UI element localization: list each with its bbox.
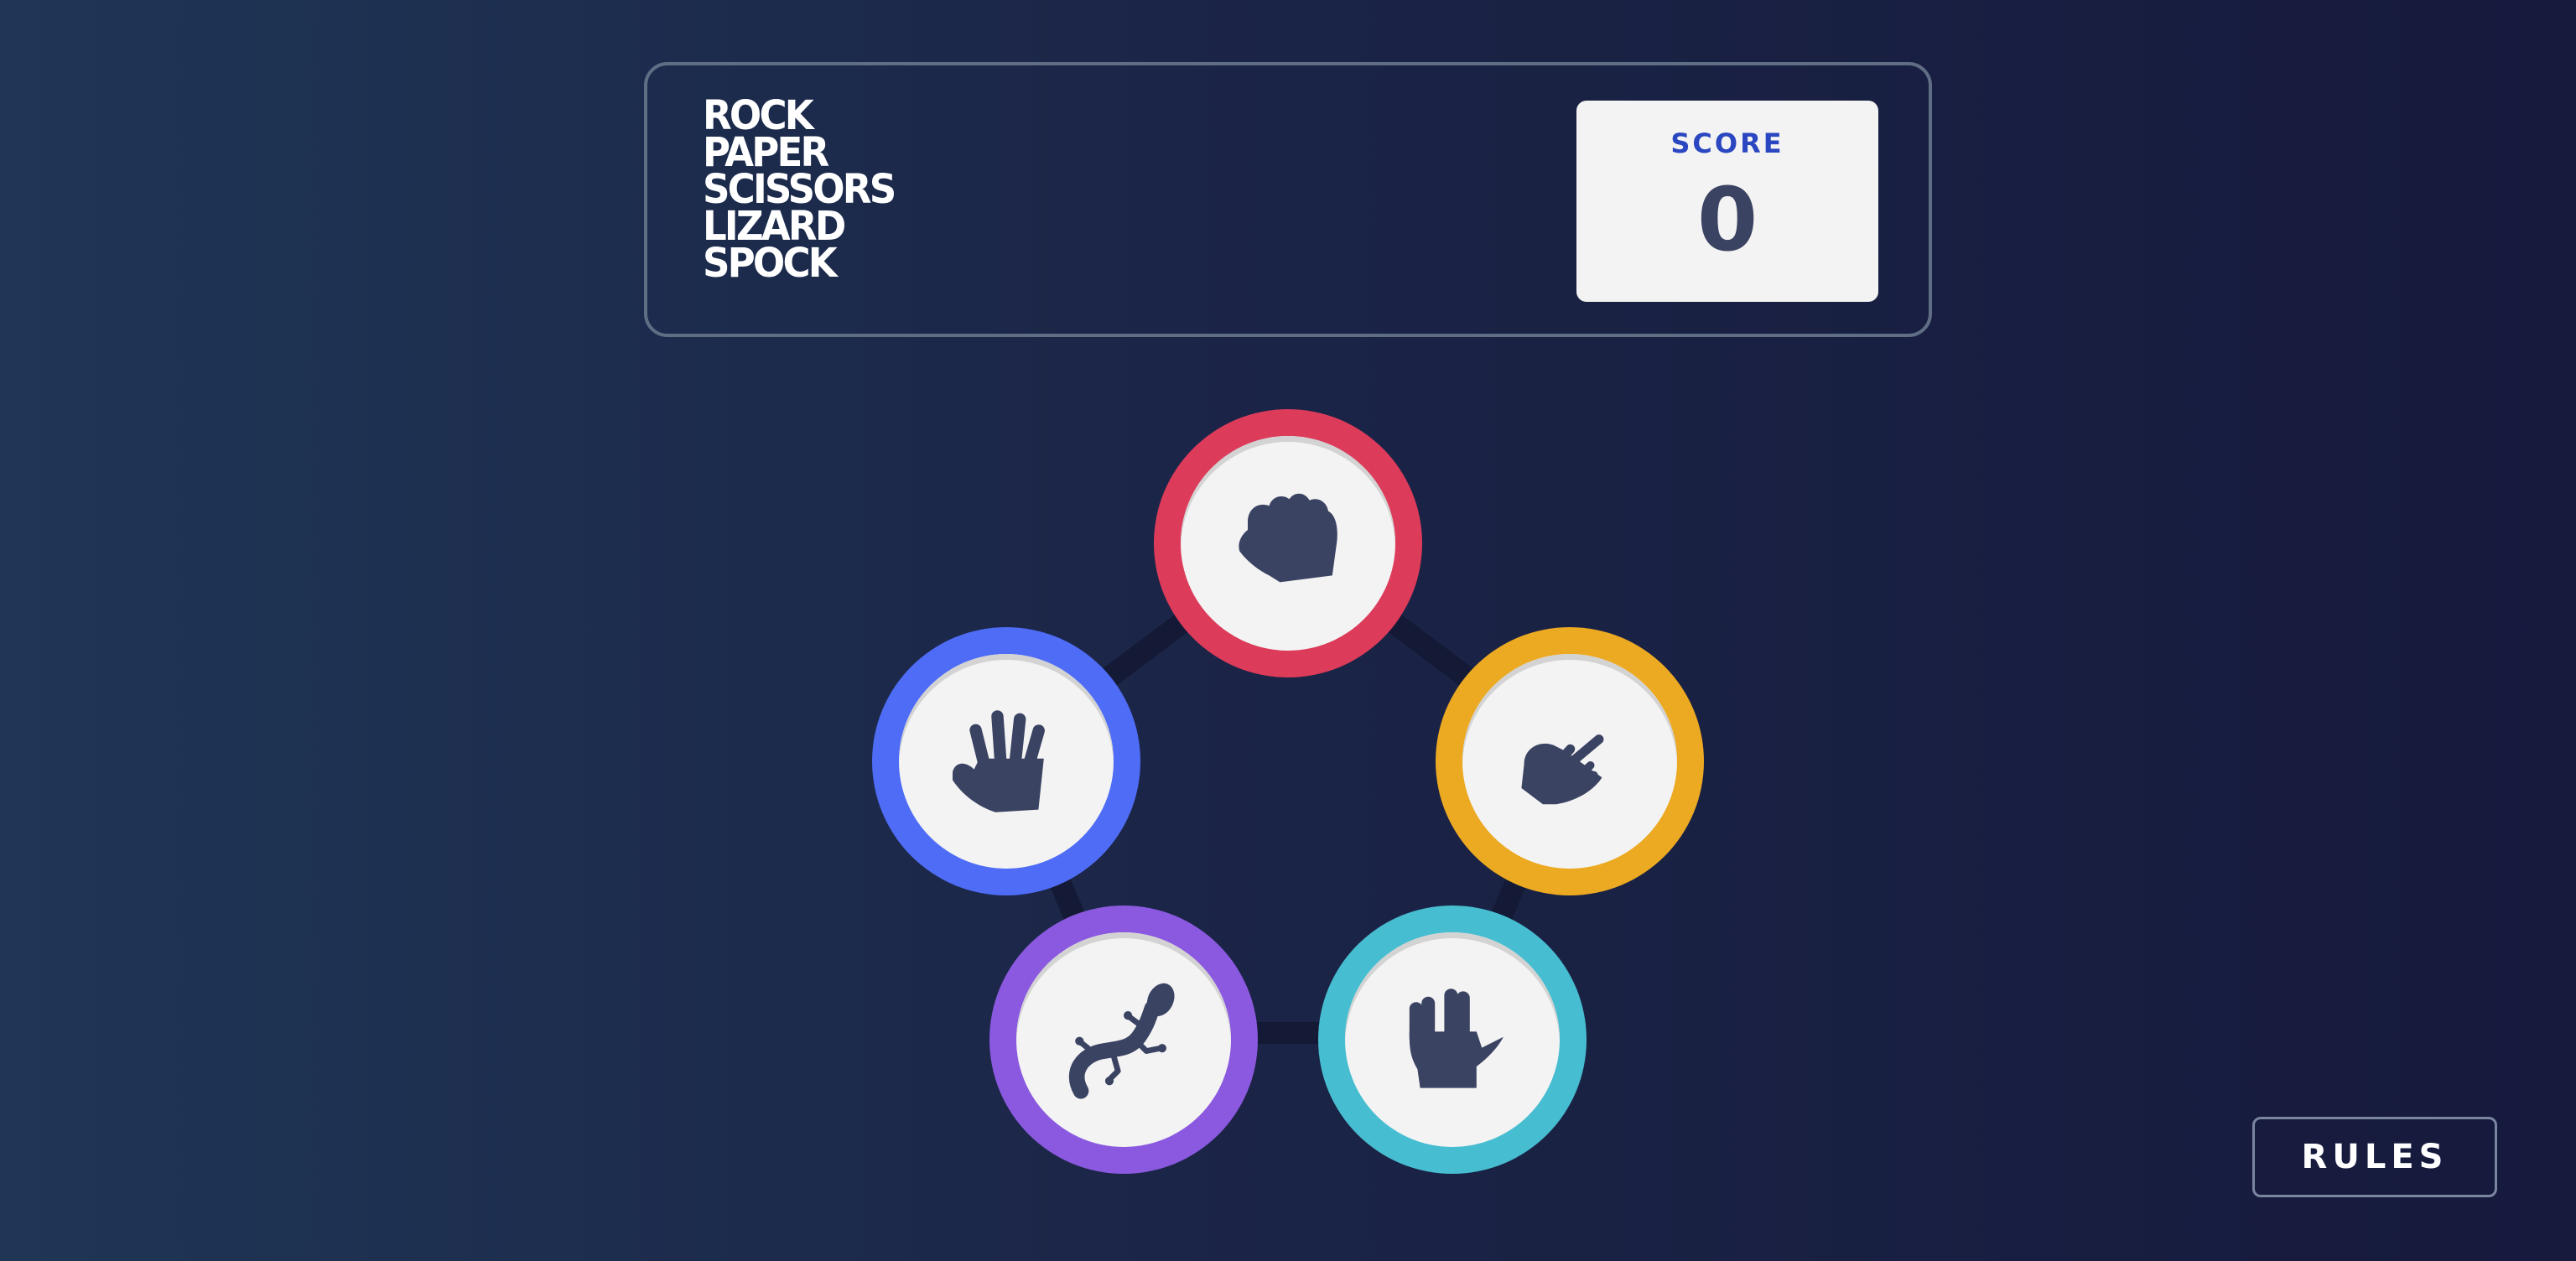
lizard-token-face	[1016, 932, 1231, 1147]
scissors-token-face	[1462, 654, 1677, 869]
game-board	[0, 0, 2576, 1261]
spock-token-face	[1345, 932, 1560, 1147]
spock-hand-icon	[1409, 989, 1504, 1088]
lizard-button[interactable]	[989, 906, 1258, 1174]
rock-fist-icon	[1239, 493, 1337, 583]
rock-token-face	[1181, 436, 1395, 651]
scissors-button[interactable]	[1436, 627, 1704, 895]
paper-button[interactable]	[872, 627, 1140, 895]
paper-hand-icon	[953, 710, 1045, 812]
spock-button[interactable]	[1318, 906, 1587, 1174]
rules-button[interactable]: RULES	[2252, 1117, 2497, 1197]
paper-token-face	[899, 654, 1114, 869]
rock-button[interactable]	[1154, 409, 1422, 677]
scissors-hand-icon	[1521, 734, 1604, 805]
lizard-icon	[1068, 983, 1175, 1099]
